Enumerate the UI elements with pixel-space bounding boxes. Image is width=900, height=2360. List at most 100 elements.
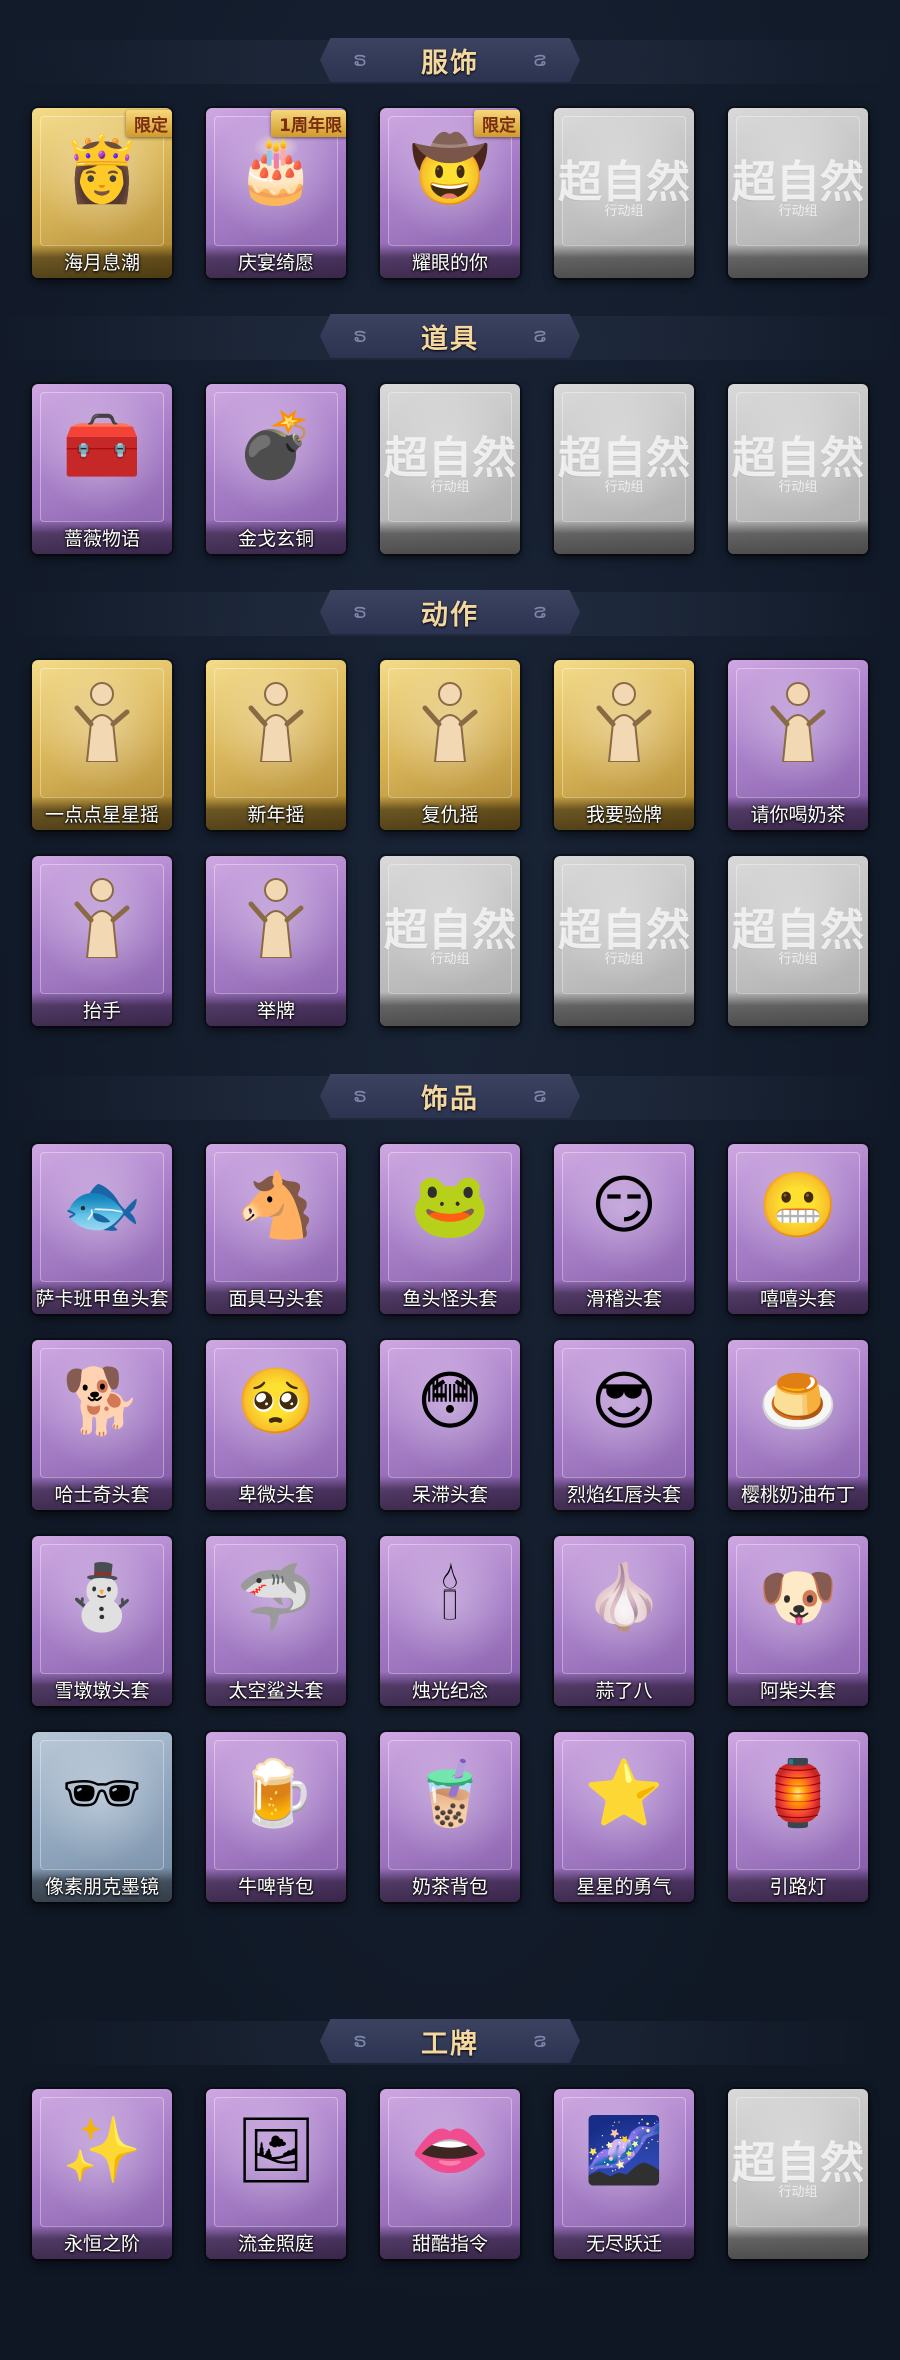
- item-card[interactable]: 💣 金戈玄铜: [206, 384, 346, 554]
- item-card[interactable]: 🧰 蔷薇物语: [32, 384, 172, 554]
- section-title: 工牌: [421, 2028, 479, 2060]
- empty-slot-card[interactable]: 超自然 行动组: [554, 108, 694, 278]
- item-label: 星星的勇气: [576, 1875, 672, 1898]
- item-card[interactable]: 🕯 烛光纪念: [380, 1536, 520, 1706]
- item-label: 无尽跃迁: [585, 2232, 662, 2255]
- item-card[interactable]: 😳 呆滞头套: [380, 1340, 520, 1510]
- item-card[interactable]: 🤠 限定 耀眼的你: [380, 108, 520, 278]
- item-card[interactable]: 🏮 引路灯: [728, 1732, 868, 1902]
- item-card[interactable]: 👄 甜酷指令: [380, 2089, 520, 2259]
- item-label: 举牌: [256, 999, 295, 1022]
- section-header: ຣ 道具 ຣ: [0, 306, 900, 366]
- item-label: 庆宴绮愿: [237, 251, 314, 274]
- label-bar: 耀眼的你: [380, 244, 520, 278]
- item-label: 海月息潮: [63, 251, 140, 274]
- label-bar: 奶茶背包: [380, 1868, 520, 1902]
- label-bar: 烛光纪念: [380, 1672, 520, 1706]
- item-card[interactable]: 😎 烈焰红唇头套: [554, 1340, 694, 1510]
- item-label: 哈士奇头套: [54, 1483, 150, 1506]
- section-banner: ຣ 道具 ຣ: [320, 314, 580, 358]
- item-card[interactable]: 🖼 流金照庭: [206, 2089, 346, 2259]
- item-card[interactable]: 请你喝奶茶: [728, 660, 868, 830]
- label-bar: 太空鲨头套: [206, 1672, 346, 1706]
- star-charm-icon: ⭐: [584, 1757, 664, 1831]
- limited-badge: 限定: [126, 110, 172, 137]
- item-card[interactable]: 😬 嘻嘻头套: [728, 1144, 868, 1314]
- item-card[interactable]: 🍮 樱桃奶油布丁: [728, 1340, 868, 1510]
- dazed-face-icon: 😳: [416, 1365, 484, 1439]
- section-title: 动作: [421, 599, 479, 631]
- item-label: 烛光纪念: [411, 1679, 488, 1702]
- item-label: 复仇摇: [421, 803, 479, 826]
- label-bar: 请你喝奶茶: [728, 796, 868, 830]
- section-title: 道具: [421, 323, 479, 355]
- section-banner: ຣ 服饰 ຣ: [320, 38, 580, 82]
- item-card[interactable]: 我要验牌: [554, 660, 694, 830]
- section-title: 饰品: [421, 1083, 479, 1115]
- item-card[interactable]: 一点点星星摇: [32, 660, 172, 830]
- item-label: 太空鲨头套: [228, 1679, 324, 1702]
- item-row: 🧰 蔷薇物语 💣 金戈玄铜 超自然 行动组 超自然 行动组 超自然 行动组: [0, 384, 868, 554]
- label-bar: 烈焰红唇头套: [554, 1476, 694, 1510]
- item-card[interactable]: 🕶 像素朋克墨镜: [32, 1732, 172, 1902]
- empty-slot-card[interactable]: 超自然 行动组: [380, 856, 520, 1026]
- dance-pose-icon: [67, 678, 137, 766]
- item-card[interactable]: 🧄 蒜了八: [554, 1536, 694, 1706]
- galaxy-card-badge-icon: 🌌: [584, 2114, 664, 2188]
- item-card[interactable]: 🐴 面具马头套: [206, 1144, 346, 1314]
- empty-slot-card[interactable]: 超自然 行动组: [554, 856, 694, 1026]
- item-label: 牛啤背包: [237, 1875, 314, 1898]
- label-bar: 滑稽头套: [554, 1280, 694, 1314]
- item-card[interactable]: 🐶 阿柴头套: [728, 1536, 868, 1706]
- fish-head-icon: 🐟: [62, 1169, 142, 1243]
- first-aid-kit-icon: 🧰: [62, 409, 142, 483]
- section-banner: ຣ 动作 ຣ: [320, 590, 580, 634]
- label-bar: 海月息潮: [32, 244, 172, 278]
- empty-slot-card[interactable]: 超自然 行动组: [728, 2089, 868, 2259]
- placeholder-subtitle: 行动组: [604, 480, 644, 495]
- item-label: 面具马头套: [228, 1287, 324, 1310]
- item-label: 卑微头套: [237, 1483, 314, 1506]
- item-card[interactable]: 🥺 卑微头套: [206, 1340, 346, 1510]
- item-card[interactable]: 🐸 鱼头怪头套: [380, 1144, 520, 1314]
- section-header: ຣ 动作 ຣ: [0, 582, 900, 642]
- empty-slot-card[interactable]: 超自然 行动组: [728, 108, 868, 278]
- item-card[interactable]: ⭐ 星星的勇气: [554, 1732, 694, 1902]
- item-card[interactable]: ✨ 永恒之阶: [32, 2089, 172, 2259]
- item-label: 甜酷指令: [411, 2232, 488, 2255]
- item-card[interactable]: 举牌: [206, 856, 346, 1026]
- swirl-ornament-icon: ຣ: [353, 47, 367, 71]
- swirl-ornament-icon: ຣ: [353, 323, 367, 347]
- label-bar: 牛啤背包: [206, 1868, 346, 1902]
- empty-slot-card[interactable]: 超自然 行动组: [728, 384, 868, 554]
- item-card[interactable]: 🎂 1周年限 庆宴绮愿: [206, 108, 346, 278]
- humble-face-icon: 🥺: [236, 1365, 316, 1439]
- label-bar: 面具马头套: [206, 1280, 346, 1314]
- cowgirl-portrait-icon: 🤠: [410, 133, 490, 207]
- item-card[interactable]: 抬手: [32, 856, 172, 1026]
- limited-badge: 1周年限: [271, 110, 346, 137]
- item-row: 抬手 举牌 超自然 行动组 超自然 行动组 超自然 行动组: [0, 856, 868, 1026]
- item-card[interactable]: 🐟 萨卡班甲鱼头套: [32, 1144, 172, 1314]
- empty-slot-card[interactable]: 超自然 行动组: [380, 384, 520, 554]
- empty-slot-card[interactable]: 超自然 行动组: [728, 856, 868, 1026]
- label-bar: 星星的勇气: [554, 1868, 694, 1902]
- raise-hand-pose-icon: [67, 874, 137, 962]
- beer-backpack-icon: 🍺: [236, 1757, 316, 1831]
- mermaid-portrait-icon: 👸: [62, 133, 142, 207]
- item-card[interactable]: 🐕 哈士奇头套: [32, 1340, 172, 1510]
- item-card[interactable]: 新年摇: [206, 660, 346, 830]
- item-card[interactable]: 🌌 无尽跃迁: [554, 2089, 694, 2259]
- item-card[interactable]: 🧋 奶茶背包: [380, 1732, 520, 1902]
- item-card[interactable]: 复仇摇: [380, 660, 520, 830]
- label-bar: 卑微头套: [206, 1476, 346, 1510]
- item-card[interactable]: 🍺 牛啤背包: [206, 1732, 346, 1902]
- item-card[interactable]: 😏 滑稽头套: [554, 1144, 694, 1314]
- item-row: ⛄ 雪墩墩头套 🦈 太空鲨头套 🕯 烛光纪念 🧄 蒜了八 🐶 阿柴头套: [0, 1536, 868, 1706]
- label-bar: 甜酷指令: [380, 2225, 520, 2259]
- item-card[interactable]: 🦈 太空鲨头套: [206, 1536, 346, 1706]
- item-card[interactable]: 👸 限定海月息潮: [32, 108, 172, 278]
- label-bar: 哈士奇头套: [32, 1476, 172, 1510]
- empty-slot-card[interactable]: 超自然 行动组: [554, 384, 694, 554]
- item-card[interactable]: ⛄ 雪墩墩头套: [32, 1536, 172, 1706]
